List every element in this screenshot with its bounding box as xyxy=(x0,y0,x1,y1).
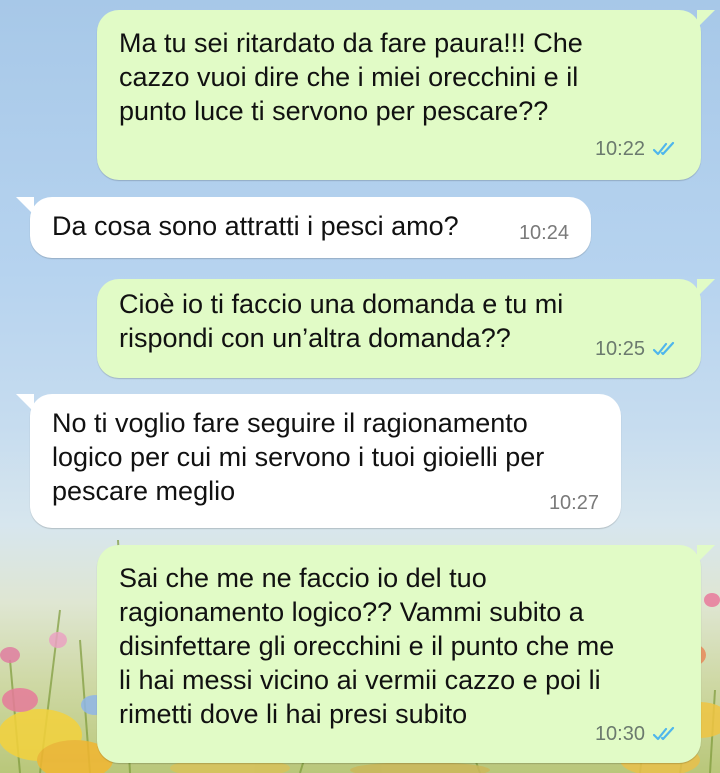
message-time: 10:25 xyxy=(594,338,645,360)
message-meta: 10:27 xyxy=(549,486,599,520)
message-time: 10:27 xyxy=(548,492,599,514)
message-time: 10:22 xyxy=(594,138,645,160)
double-check-read-icon xyxy=(653,726,675,741)
message-text: Sai che me ne faccio io del tuo ragionam… xyxy=(119,563,615,729)
message-meta: 10:22 xyxy=(595,132,679,166)
double-check-read-icon xyxy=(653,141,675,156)
message-text: Ma tu sei ritardato da fare paura!!! Che… xyxy=(119,28,583,126)
message-bubble-outgoing[interactable]: Sai che me ne faccio io del tuo ragionam… xyxy=(97,545,715,763)
message-meta: 10:24 xyxy=(519,216,569,250)
message-time: 10:30 xyxy=(594,723,645,745)
bubble-tail xyxy=(16,197,34,215)
message-bubble-incoming[interactable]: No ti voglio fare seguire il ragionament… xyxy=(16,394,621,528)
message-bubble-outgoing[interactable]: Cioè io ti faccio una domanda e tu mi ri… xyxy=(97,279,715,378)
message-text: No ti voglio fare seguire il ragionament… xyxy=(52,408,545,506)
message-text: Da cosa sono attratti i pesci amo? xyxy=(52,211,459,241)
message-bubble-incoming[interactable]: Da cosa sono attratti i pesci amo? 10:24 xyxy=(16,197,591,258)
bubble-tail xyxy=(16,394,34,412)
message-time: 10:24 xyxy=(518,222,569,244)
message-bubble-outgoing[interactable]: Ma tu sei ritardato da fare paura!!! Che… xyxy=(97,10,715,180)
bubble-tail xyxy=(697,545,715,563)
bubble-tail xyxy=(697,10,715,28)
message-meta: 10:25 xyxy=(595,332,679,366)
message-text: Cioè io ti faccio una domanda e tu mi ri… xyxy=(119,289,564,353)
message-meta: 10:30 xyxy=(595,717,679,751)
double-check-read-icon xyxy=(653,341,675,356)
bubble-tail xyxy=(697,279,715,297)
